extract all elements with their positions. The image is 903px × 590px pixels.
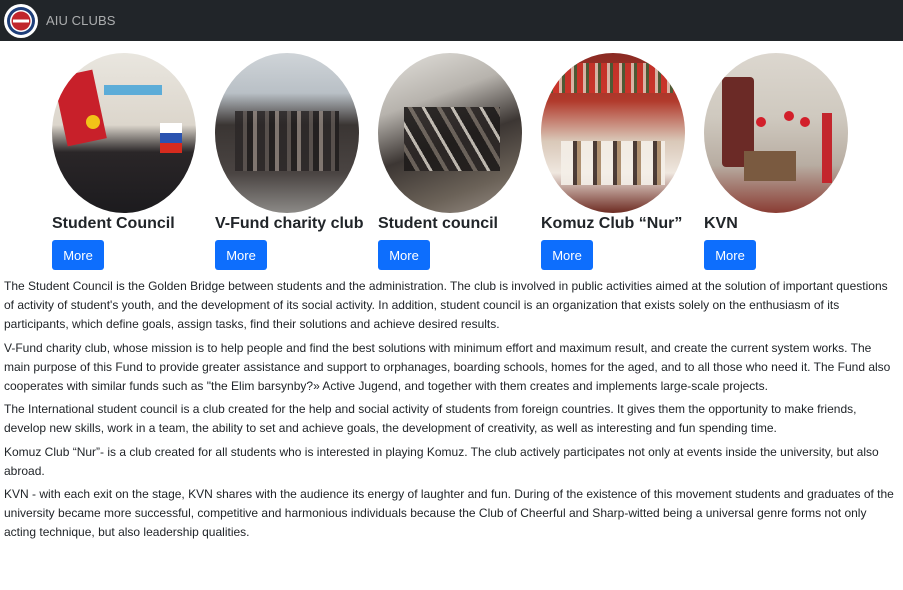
navbar-brand[interactable]: AIU CLUBS xyxy=(46,13,116,28)
description-international-council: The International student council is a c… xyxy=(4,402,857,436)
more-button-komuz[interactable]: More xyxy=(541,240,593,270)
club-descriptions: The Student Council is the Golden Bridge… xyxy=(4,277,897,547)
club-title: Student Council xyxy=(52,215,175,232)
club-photo-international-council xyxy=(378,53,522,213)
club-title: V-Fund charity club xyxy=(215,215,364,232)
more-button-kvn[interactable]: More xyxy=(704,240,756,270)
club-card-international-council: Student council More xyxy=(378,53,528,270)
university-logo-icon[interactable] xyxy=(4,3,38,38)
club-card-v-fund: V-Fund charity club More xyxy=(215,53,365,270)
description-student-council: The Student Council is the Golden Bridge… xyxy=(4,279,888,332)
club-title: KVN xyxy=(704,215,738,232)
club-photo-komuz xyxy=(541,53,685,213)
club-card-kvn: KVN More xyxy=(704,53,854,270)
club-photo-kvn xyxy=(704,53,848,213)
description-kvn: KVN - with each exit on the stage, KVN s… xyxy=(4,487,894,540)
club-photo-student-council xyxy=(52,53,196,213)
club-photo-v-fund xyxy=(215,53,359,213)
club-card-komuz: Komuz Club “Nur” More xyxy=(541,53,691,270)
more-button-international-council[interactable]: More xyxy=(378,240,430,270)
description-v-fund: V-Fund charity club, whose mission is to… xyxy=(4,340,891,394)
club-title: Student council xyxy=(378,215,498,232)
description-komuz: Komuz Club “Nur”- is a club created for … xyxy=(4,444,879,478)
more-button-student-council[interactable]: More xyxy=(52,240,104,270)
more-button-v-fund[interactable]: More xyxy=(215,240,267,270)
club-title: Komuz Club “Nur” xyxy=(541,215,683,232)
club-card-student-council: Student Council More xyxy=(52,53,202,270)
top-navbar: AIU CLUBS xyxy=(0,0,903,41)
